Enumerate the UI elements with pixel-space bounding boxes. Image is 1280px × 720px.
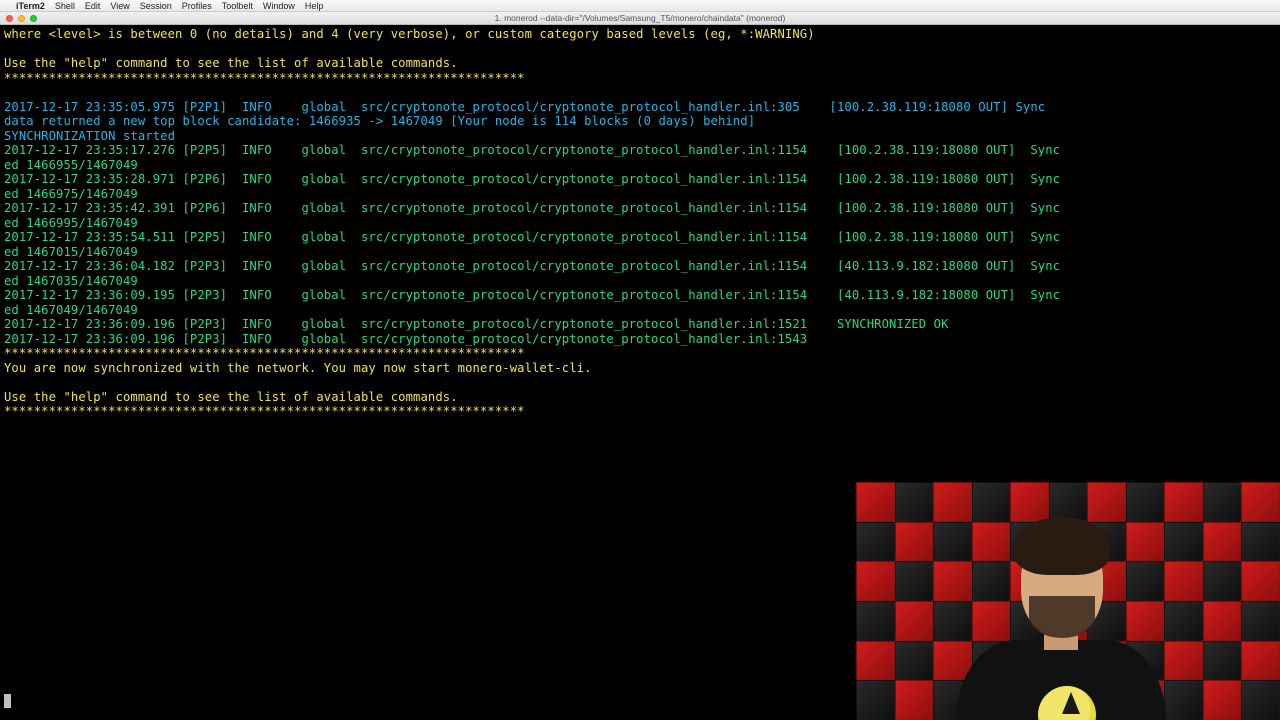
- tab-title: 1. monerod --data-dir="/Volumes/Samsung_…: [0, 13, 1280, 23]
- terminal-output: where <level> is between 0 (no details) …: [4, 27, 1276, 419]
- menubar-item-profiles[interactable]: Profiles: [182, 1, 212, 11]
- macos-menubar[interactable]: iTerm2 Shell Edit View Session Profiles …: [0, 0, 1280, 12]
- webcam-overlay: [856, 482, 1280, 720]
- menubar-item-session[interactable]: Session: [140, 1, 172, 11]
- menubar-app-name[interactable]: iTerm2: [16, 1, 45, 11]
- menubar-item-shell[interactable]: Shell: [55, 1, 75, 11]
- webcam-person: [926, 530, 1186, 720]
- menubar-item-window[interactable]: Window: [263, 1, 295, 11]
- menubar-item-help[interactable]: Help: [305, 1, 324, 11]
- window-titlebar[interactable]: 1. monerod --data-dir="/Volumes/Samsung_…: [0, 12, 1280, 25]
- menubar-item-view[interactable]: View: [110, 1, 129, 11]
- terminal-cursor: [4, 694, 11, 708]
- menubar-item-edit[interactable]: Edit: [85, 1, 101, 11]
- menubar-item-toolbelt[interactable]: Toolbelt: [222, 1, 253, 11]
